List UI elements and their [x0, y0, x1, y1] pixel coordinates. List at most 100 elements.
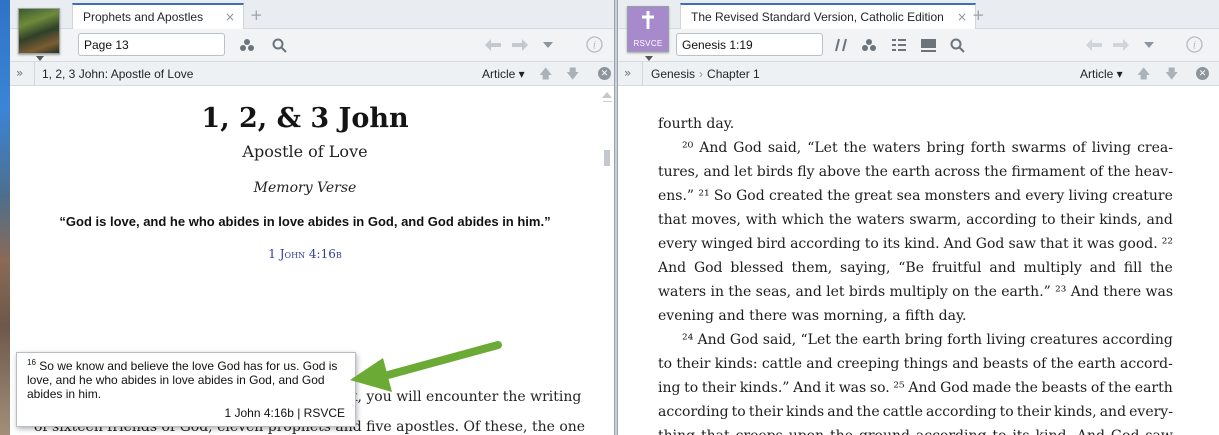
word: swarm,: [909, 212, 962, 228]
text-display-icon[interactable]: [918, 36, 938, 54]
word: of: [1089, 164, 1104, 180]
info-icon[interactable]: i: [1184, 35, 1204, 53]
popup-verse-text: 16 So we know and believe the love God h…: [27, 359, 345, 402]
history-dropdown-icon[interactable]: [538, 36, 558, 54]
word: and: [1089, 260, 1116, 276]
reference-input[interactable]: [78, 33, 225, 56]
word: with: [745, 212, 777, 228]
word: crea-: [1137, 140, 1173, 156]
parallel-resources-icon[interactable]: [237, 36, 257, 54]
word: of: [1090, 380, 1105, 396]
add-tab-icon[interactable]: +: [250, 6, 263, 24]
left-tab-bar: Prophets and Apostles × +: [10, 0, 614, 29]
close-panel-icon[interactable]: ✕: [1196, 67, 1209, 80]
search-icon[interactable]: [947, 36, 967, 54]
cross-icon: [642, 11, 654, 29]
tab-close-icon[interactable]: ×: [957, 10, 967, 24]
word: God: [733, 140, 762, 156]
word: earth: [892, 164, 931, 180]
word: upon: [789, 428, 824, 435]
visual-filters-icon[interactable]: [889, 36, 909, 54]
word: waters: [872, 140, 921, 156]
word: and: [952, 356, 979, 372]
tab-rsvce[interactable]: The Revised Standard Version, Catholic E…: [680, 3, 976, 29]
memory-verse-link[interactable]: 1 John 4:16b: [10, 247, 600, 261]
previous-article-icon[interactable]: 🡅: [1137, 65, 1150, 87]
word: creeping: [836, 356, 900, 372]
desktop-background-strip: [0, 0, 10, 435]
word: living: [1091, 140, 1132, 156]
word: ²¹: [698, 188, 710, 204]
word: their: [748, 404, 783, 420]
add-tab-icon[interactable]: +: [972, 6, 985, 24]
word: God: [693, 260, 723, 276]
scroll-up-icon[interactable]: [602, 92, 612, 98]
article-dropdown-button[interactable]: Article ▾: [1080, 67, 1123, 81]
word: earth: [1077, 356, 1116, 372]
word: so.: [869, 380, 890, 396]
expand-panel-icon[interactable]: »: [624, 66, 631, 80]
word: in: [710, 284, 724, 300]
bible-text-line: ens.” ²¹ So God created the great sea monsters an…: [658, 188, 1173, 204]
word: And: [658, 260, 687, 276]
search-icon[interactable]: [269, 36, 289, 54]
popup-reference[interactable]: 1 John 4:16b | RSVCE: [224, 406, 345, 420]
word: creature: [1112, 188, 1173, 204]
right-breadcrumb-bar: » Genesis › Chapter 1 Article ▾ 🡅 🡇 ✕: [618, 62, 1219, 86]
history-dropdown-icon[interactable]: [1139, 36, 1159, 54]
cover-dropdown-icon[interactable]: [36, 56, 44, 61]
parallel-lines-icon[interactable]: [832, 36, 852, 54]
word: ²⁵: [893, 380, 905, 396]
back-arrow-icon[interactable]: [483, 36, 503, 54]
book-cover-prophets-and-apostles[interactable]: [18, 8, 60, 54]
parallel-resources-icon[interactable]: [859, 36, 879, 54]
cover-dropdown-icon[interactable]: [645, 56, 653, 61]
tab-close-icon[interactable]: ×: [225, 10, 235, 24]
word: And: [699, 140, 728, 156]
bible-text-line: ²⁰ And God said, “Let the waters bring forth swar…: [682, 140, 1173, 156]
book-cover-rsvce[interactable]: RSVCE: [627, 6, 669, 52]
word: to: [658, 356, 673, 372]
forward-arrow-icon[interactable]: [1111, 36, 1131, 54]
info-icon[interactable]: i: [584, 35, 604, 53]
word: ing: [658, 380, 681, 396]
expand-panel-icon[interactable]: »: [16, 66, 23, 80]
breadcrumb-chapter[interactable]: Chapter 1: [707, 67, 760, 81]
verse-popup: 16 So we know and believe the love God h…: [16, 352, 356, 427]
left-scrollbar[interactable]: [600, 87, 614, 435]
word: living: [986, 332, 1026, 348]
word: moves,: [691, 212, 741, 228]
divider: [34, 62, 35, 86]
reference-input[interactable]: [676, 33, 823, 56]
word: the: [1108, 380, 1132, 396]
word: the: [1014, 380, 1038, 396]
word: created: [768, 188, 823, 204]
left-breadcrumb-bar: » 1, 2, 3 John: Apostle of Love Article …: [10, 62, 614, 86]
back-arrow-icon[interactable]: [1084, 36, 1104, 54]
word: their: [1060, 212, 1095, 228]
previous-article-icon[interactable]: 🡅: [539, 65, 552, 87]
word: birds: [756, 164, 794, 180]
word: said,: [762, 332, 797, 348]
close-panel-icon[interactable]: ✕: [598, 67, 611, 80]
word: the: [728, 284, 752, 300]
bible-text-line: according to their kinds and the cattle accordi…: [658, 404, 1173, 420]
left-resource-panel: Prophets and Apostles × + i » 1, 2, 3 Jo…: [10, 0, 615, 435]
word: bring: [904, 332, 943, 348]
forward-arrow-icon[interactable]: [510, 36, 530, 54]
page-title: 1, 2, & 3 John: [201, 103, 409, 134]
scroll-thumb[interactable]: [604, 150, 610, 166]
breadcrumb[interactable]: 1, 2, 3 John: Apostle of Love: [42, 67, 193, 81]
tab-prophets-and-apostles[interactable]: Prophets and Apostles ×: [72, 3, 244, 29]
word: And: [1070, 284, 1099, 300]
word: earth.”: [1001, 284, 1051, 300]
next-article-icon[interactable]: 🡇: [1165, 65, 1178, 87]
word: fill: [1123, 260, 1143, 276]
breadcrumb-book[interactable]: Genesis: [651, 67, 695, 81]
next-article-icon[interactable]: 🡇: [566, 65, 579, 87]
bible-text-line: tures, and let birds fly above the earth across t…: [658, 164, 1173, 180]
word: kind.: [904, 236, 940, 252]
word: fly: [797, 164, 815, 180]
word: their: [1016, 404, 1051, 420]
article-dropdown-button[interactable]: Article ▾: [482, 67, 525, 81]
